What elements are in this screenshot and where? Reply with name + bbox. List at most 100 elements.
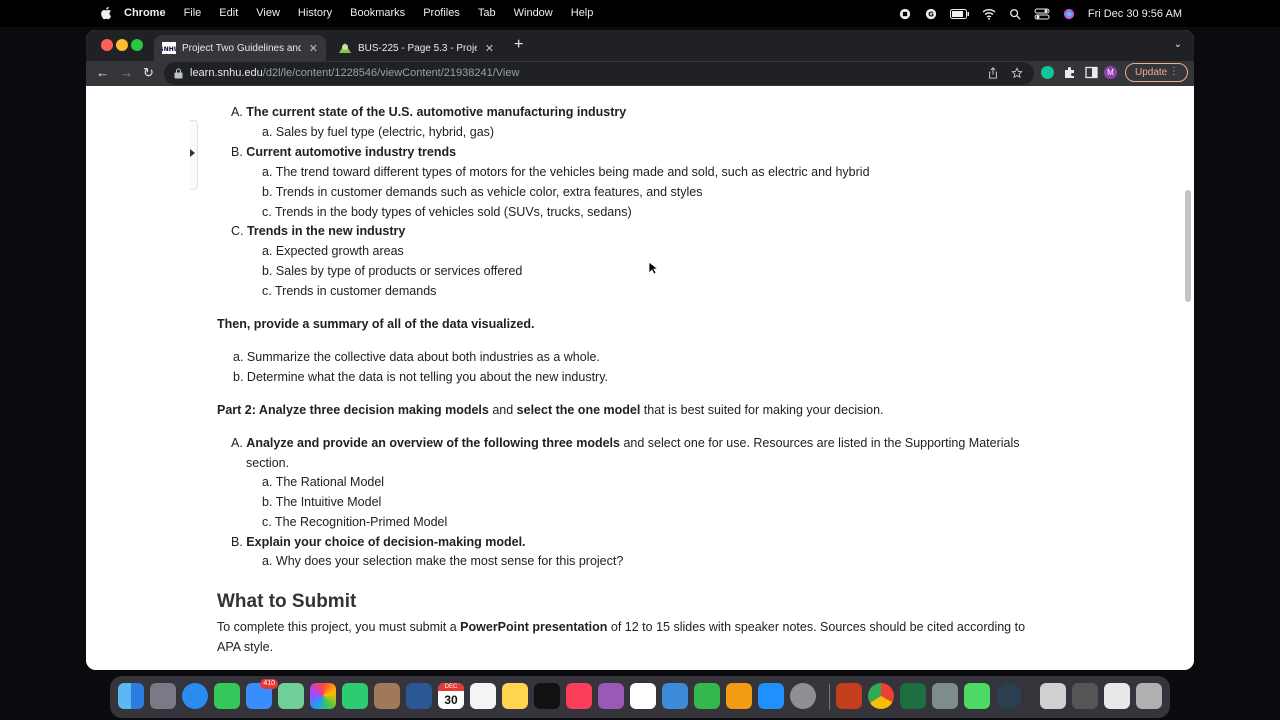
reload-button[interactable]: ↻ [143, 65, 154, 81]
word-icon[interactable] [406, 683, 432, 709]
keynote-icon[interactable] [662, 683, 688, 709]
dock-separator [829, 684, 830, 710]
battery-icon[interactable] [949, 8, 970, 20]
what-to-submit-heading: What to Submit [217, 591, 357, 612]
menu-window[interactable]: Window [505, 0, 562, 27]
system-settings-icon[interactable] [790, 683, 816, 709]
menubar-clock[interactable]: Fri Dec 30 9:56 AM [1088, 8, 1182, 20]
forward-button[interactable]: → [120, 65, 133, 81]
side-panel-icon[interactable] [1085, 66, 1098, 79]
new-tab-button[interactable]: + [514, 37, 523, 53]
list-item: c. Trends in the body types of vehicles … [262, 205, 632, 219]
menu-profiles[interactable]: Profiles [414, 0, 469, 27]
search-icon[interactable] [1008, 8, 1022, 20]
news-icon[interactable] [630, 683, 656, 709]
grammarly-extension-icon[interactable] [1041, 66, 1054, 79]
update-button[interactable]: Update ⋮ [1125, 63, 1188, 82]
submit-paragraph: To complete this project, you must submi… [217, 620, 1026, 634]
safari-icon[interactable] [182, 683, 208, 709]
excel-icon[interactable] [900, 683, 926, 709]
list-item: a. Why does your selection make the most… [262, 554, 624, 568]
facetime-window-icon[interactable] [964, 683, 990, 709]
finder-icon[interactable] [118, 683, 144, 709]
pages-icon[interactable] [726, 683, 752, 709]
profile-avatar[interactable]: M [1104, 66, 1117, 79]
close-tab-icon[interactable]: ✕ [309, 42, 318, 55]
bookmark-star-icon[interactable] [1010, 67, 1024, 79]
calendar-icon[interactable]: DEC 30 [438, 683, 464, 709]
launchpad-icon[interactable] [150, 683, 176, 709]
downloads-stack-icon[interactable] [1040, 683, 1066, 709]
menu-tab[interactable]: Tab [469, 0, 505, 27]
zoom-window-button[interactable] [131, 39, 143, 51]
macos-menubar: Chrome File Edit View History Bookmarks … [0, 0, 1280, 27]
menu-view[interactable]: View [247, 0, 289, 27]
extensions-puzzle-icon[interactable] [1063, 66, 1076, 79]
tab-project-two-guidelines[interactable]: SNHU Project Two Guidelines and Ru ✕ [154, 35, 326, 61]
numbers-icon[interactable] [694, 683, 720, 709]
tab-search-chevron-icon[interactable]: ⌄ [1174, 39, 1182, 50]
record-icon[interactable] [898, 8, 912, 20]
app-store-icon[interactable] [758, 683, 784, 709]
part2-heading: Part 2: Analyze three decision making mo… [217, 403, 884, 417]
expand-arrow-icon [190, 149, 195, 157]
vertical-scrollbar[interactable] [1185, 190, 1191, 302]
photos-icon[interactable] [310, 683, 336, 709]
list-item: c. The Recognition-Primed Model [262, 515, 448, 529]
menu-file[interactable]: File [175, 0, 211, 27]
music-icon[interactable] [566, 683, 592, 709]
menu-app-name[interactable]: Chrome [124, 0, 175, 27]
more-menu-icon[interactable]: ⋮ [1169, 66, 1179, 77]
menu-edit[interactable]: Edit [210, 0, 247, 27]
lock-icon[interactable] [174, 68, 183, 79]
address-bar[interactable]: learn.snhu.edu/d2l/le/content/1228546/vi… [164, 62, 1034, 85]
list-item: a. The Rational Model [262, 475, 385, 489]
podcasts-icon[interactable] [598, 683, 624, 709]
control-center-icon[interactable] [1034, 8, 1050, 20]
sidebar-toggle-handle[interactable] [190, 120, 198, 190]
menu-bookmarks[interactable]: Bookmarks [341, 0, 414, 27]
facetime-icon[interactable] [342, 683, 368, 709]
powerpoint-icon[interactable] [836, 683, 862, 709]
minimize-window-button[interactable] [116, 39, 128, 51]
list-item: A. Analyze and provide an overview of th… [231, 436, 1020, 450]
mail-icon[interactable]: 410 [246, 679, 278, 709]
summary-heading: Then, provide a summary of all of the da… [217, 317, 535, 331]
messages-icon[interactable] [214, 683, 240, 709]
contacts-icon[interactable] [374, 683, 400, 709]
back-button[interactable]: ← [96, 65, 109, 81]
chrome-icon[interactable] [868, 683, 894, 709]
page-content: A. The current state of the U.S. automot… [86, 86, 1194, 670]
recent-apps-icon[interactable] [1072, 683, 1098, 709]
list-item-continuation: section. [246, 456, 290, 470]
preview-icon[interactable] [932, 683, 958, 709]
menu-help[interactable]: Help [562, 0, 603, 27]
maps-icon[interactable] [278, 683, 304, 709]
menu-history[interactable]: History [289, 0, 341, 27]
close-tab-icon[interactable]: ✕ [485, 42, 494, 55]
list-item: a. The trend toward different types of m… [262, 165, 870, 179]
submit-paragraph-continuation: APA style. [217, 640, 274, 654]
list-item: A. The current state of the U.S. automot… [231, 105, 627, 119]
quicktime-icon[interactable] [996, 683, 1022, 709]
trash-icon[interactable] [1136, 683, 1162, 709]
grammarly-icon[interactable]: G [924, 8, 938, 20]
documents-stack-icon[interactable] [1104, 683, 1130, 709]
wifi-icon[interactable] [982, 8, 996, 20]
url-domain: learn.snhu.edu [190, 67, 263, 79]
share-icon[interactable] [986, 67, 1000, 79]
browser-toolbar: ← → ↻ learn.snhu.edu/d2l/le/content/1228… [86, 61, 1194, 86]
siri-icon[interactable] [1062, 8, 1076, 20]
list-item: b. Sales by type of products or services… [262, 264, 523, 278]
apple-tv-icon[interactable] [534, 683, 560, 709]
tab-bus-225-page[interactable]: BUS-225 - Page 5.3 - Project T ✕ [330, 35, 502, 61]
snhu-favicon-icon: SNHU [162, 42, 176, 54]
notes-icon[interactable] [502, 683, 528, 709]
tab-title: Project Two Guidelines and Ru [182, 42, 301, 54]
reminders-icon[interactable] [470, 683, 496, 709]
list-item: B. Current automotive industry trends [231, 145, 457, 159]
tab-title: BUS-225 - Page 5.3 - Project T [358, 42, 477, 54]
close-window-button[interactable] [101, 39, 113, 51]
svg-text:G: G [928, 10, 934, 18]
apple-icon[interactable] [100, 6, 112, 20]
